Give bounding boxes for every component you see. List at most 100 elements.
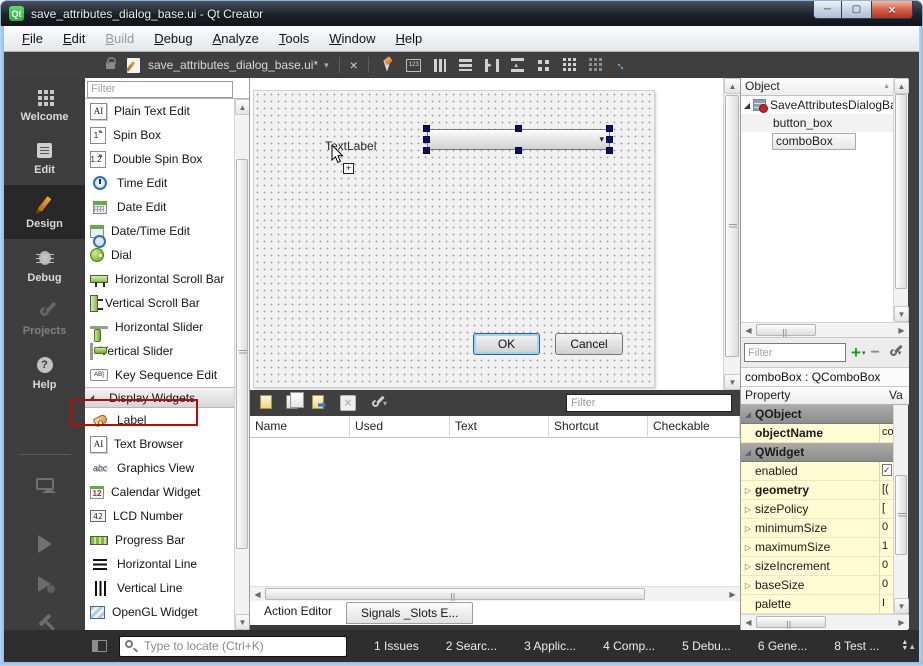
selection-handle[interactable] [606, 125, 613, 132]
scroll-right-icon[interactable]: ▶ [894, 323, 909, 338]
scrollbar-thumb[interactable] [756, 324, 816, 336]
selection-handle[interactable] [606, 147, 613, 154]
selection-handle[interactable] [423, 125, 430, 132]
widget-item-dial[interactable]: Dial [85, 243, 234, 267]
mode-design[interactable]: Design [4, 185, 85, 239]
tree-item-combobox[interactable]: comboBox [741, 132, 894, 150]
output-pane-selector-icon[interactable]: ▲▼ [901, 640, 908, 652]
property-horizontal-scrollbar[interactable]: ◀ ▶ [741, 614, 909, 629]
widget-item-lcd-number[interactable]: 42LCD Number [85, 504, 234, 528]
menu-tools[interactable]: Tools [269, 28, 319, 49]
menu-edit[interactable]: Edit [53, 28, 95, 49]
scroll-up-icon[interactable]: ▲ [724, 78, 741, 94]
scroll-down-icon[interactable]: ▼ [894, 598, 909, 614]
copy-action-icon[interactable] [286, 395, 302, 411]
widget-item-vertical-line[interactable]: Vertical Line [85, 576, 234, 600]
new-action-icon[interactable] [260, 395, 276, 411]
scroll-left-icon[interactable]: ◀ [250, 587, 265, 602]
mode-edit[interactable]: Edit [4, 132, 85, 186]
object-horizontal-scrollbar[interactable]: ◀ ▶ [741, 322, 909, 338]
tab-order-icon[interactable]: 123 [405, 57, 423, 73]
widget-item-spin-box[interactable]: 1Spin Box [85, 123, 234, 147]
column-name[interactable]: Name [250, 416, 350, 437]
mode-welcome[interactable]: Welcome [4, 78, 85, 132]
scroll-right-icon[interactable]: ▶ [725, 587, 740, 602]
menu-help[interactable]: Help [385, 28, 432, 49]
ok-button[interactable]: OK [473, 333, 540, 355]
menu-window[interactable]: Window [319, 28, 385, 49]
scroll-down-icon[interactable]: ▼ [235, 614, 250, 630]
layout-vertical-icon[interactable] [457, 57, 475, 73]
open-document-tab[interactable]: save_attributes_dialog_base.ui* [148, 58, 318, 72]
property-row-maximumsize[interactable]: ▷maximumSize1 [741, 538, 894, 557]
scroll-up-icon[interactable]: ▲ [235, 99, 250, 115]
object-inspector-header[interactable]: Object [741, 78, 894, 96]
scrollbar-thumb[interactable] [895, 475, 907, 555]
widget-filter-input[interactable] [87, 81, 233, 98]
output-pane-application[interactable]: 3 Applic... [524, 639, 576, 653]
expand-icon[interactable]: ▷ [741, 543, 755, 552]
widget-item-double-spin-box[interactable]: 1.2Double Spin Box [85, 147, 234, 171]
scroll-right-icon[interactable]: ▶ [894, 615, 909, 630]
tree-item-dialog[interactable]: ◢ SaveAttributesDialogBase [741, 96, 894, 114]
scroll-left-icon[interactable]: ◀ [741, 615, 756, 630]
remove-dynamic-property-icon[interactable]: − [870, 344, 879, 362]
selection-handle[interactable] [515, 125, 522, 132]
property-row-palette[interactable]: paletteI [741, 595, 894, 614]
document-dropdown-icon[interactable]: ▾ [324, 60, 329, 71]
widget-item-time-edit[interactable]: Time Edit [85, 171, 234, 195]
expand-icon[interactable]: ▷ [741, 562, 755, 571]
widget-item-label[interactable]: Label [85, 408, 234, 432]
action-horizontal-scrollbar[interactable]: ◀ ▶ [250, 586, 740, 601]
output-pane-issues[interactable]: 1 Issues [374, 639, 419, 653]
minimize-button[interactable]: ─ [813, 1, 842, 19]
locator-input[interactable] [119, 636, 347, 657]
widget-box-scrollbar[interactable]: ▲ ▼ [234, 99, 249, 630]
widget-item-opengl-widget[interactable]: OpenGL Widget [85, 600, 234, 624]
property-group-qwidget[interactable]: ◢QWidget [741, 443, 894, 462]
tab-signals-slots-editor[interactable]: Signals _Slots E... [346, 602, 473, 624]
widget-item-plain-text-edit[interactable]: AIPlain Text Edit [85, 99, 234, 123]
mode-debug[interactable]: Debug [4, 239, 85, 293]
break-layout-icon[interactable] [587, 57, 605, 73]
scroll-down-icon[interactable]: ▼ [894, 306, 909, 322]
maximize-output-pane-icon[interactable]: ▲ [908, 642, 916, 651]
scrollbar-thumb[interactable] [756, 616, 826, 628]
title-bar[interactable]: Qt save_attributes_dialog_base.ui - Qt C… [0, 0, 923, 26]
scrollbar-thumb[interactable] [265, 588, 645, 600]
tree-item-button-box[interactable]: button_box [741, 114, 894, 132]
menu-file[interactable]: File [12, 28, 53, 49]
chevron-down-icon[interactable]: ▾ [383, 399, 387, 408]
property-row-basesize[interactable]: ▷baseSize0 [741, 576, 894, 595]
cancel-button[interactable]: Cancel [555, 333, 623, 355]
chevron-down-icon[interactable]: ▾ [862, 349, 866, 357]
menu-analyze[interactable]: Analyze [203, 28, 269, 49]
splitter-vertical-icon[interactable] [509, 57, 527, 73]
checkbox-icon[interactable]: ✓ [882, 464, 892, 476]
output-pane-general[interactable]: 6 Gene... [758, 639, 807, 653]
expand-icon[interactable]: ▷ [741, 524, 755, 533]
widget-item-horizontal-slider[interactable]: Horizontal Slider [85, 315, 234, 339]
property-row-enabled[interactable]: enabled✓ [741, 462, 894, 481]
dialog-form[interactable]: TextLabel + ▾ OK Cancel [253, 90, 655, 388]
adjust-size-icon[interactable]: ↔ [613, 57, 631, 73]
selection-handle[interactable] [606, 136, 613, 143]
scrollbar-thumb[interactable] [725, 95, 739, 357]
selection-handle[interactable] [515, 147, 522, 154]
tab-action-editor[interactable]: Action Editor [250, 601, 346, 621]
selection-handle[interactable] [423, 136, 430, 143]
widget-item-text-browser[interactable]: AIText Browser [85, 432, 234, 456]
scroll-up-icon[interactable]: ▲ [894, 78, 909, 94]
object-vertical-scrollbar[interactable]: ▲ ▼ [893, 78, 908, 322]
close-button[interactable]: × [871, 1, 913, 19]
maximize-button[interactable]: ▢ [842, 1, 871, 19]
output-pane-test[interactable]: 8 Test ... [834, 639, 879, 653]
canvas-vertical-scrollbar[interactable]: ▲ ▼ [723, 78, 740, 390]
widget-item-datetime-edit[interactable]: Date/Time Edit [85, 219, 234, 243]
paste-action-icon[interactable] [312, 395, 328, 411]
property-filter-input[interactable] [744, 343, 846, 362]
scroll-left-icon[interactable]: ◀ [741, 323, 756, 338]
expand-icon[interactable]: ▷ [741, 486, 755, 495]
property-vertical-scrollbar[interactable]: ▼ [893, 405, 908, 614]
section-display-widgets[interactable]: ◢Display Widgets [85, 387, 234, 408]
